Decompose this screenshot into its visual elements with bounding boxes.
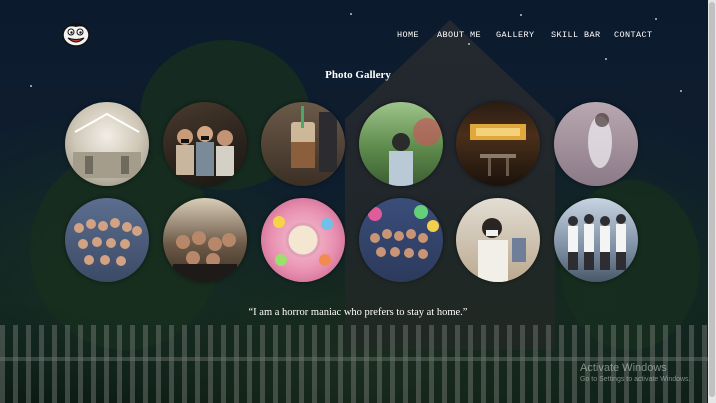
- vertical-scrollbar[interactable]: [708, 0, 716, 403]
- nav-gallery[interactable]: GALLERY: [496, 30, 535, 40]
- watermark-subtitle: Go to Settings to activate Windows.: [580, 376, 691, 383]
- quote-text: “I am a horror maniac who prefers to sta…: [248, 307, 468, 318]
- nav-about-me[interactable]: ABOUT ME: [437, 30, 481, 40]
- gallery-photo-masked-boy-selfie[interactable]: [456, 198, 540, 282]
- nav-home[interactable]: HOME: [397, 30, 419, 40]
- nav-skill-bar[interactable]: SKILL BAR: [551, 30, 601, 40]
- gallery-photo-person-in-garden[interactable]: [359, 102, 443, 186]
- gallery-title: Photo Gallery: [325, 69, 391, 81]
- activate-windows-watermark: Activate Windows Go to Settings to activ…: [580, 362, 691, 383]
- gallery-photo-large-group-photo[interactable]: [65, 198, 149, 282]
- gallery-photo-glass-roof-atrium[interactable]: [65, 102, 149, 186]
- gallery-photo-lit-cafe-interior[interactable]: [456, 102, 540, 186]
- scrollbar-thumb[interactable]: [709, 2, 715, 397]
- gallery-photo-friends-group-masked[interactable]: [163, 102, 247, 186]
- gallery-photo-party-table-food[interactable]: [261, 198, 345, 282]
- gallery-photo-blurred-figure[interactable]: [554, 102, 638, 186]
- gallery-photo-iced-coffee-drink[interactable]: [261, 102, 345, 186]
- nav-contact[interactable]: CONTACT: [614, 30, 653, 40]
- watermark-title: Activate Windows: [580, 362, 667, 374]
- main-nav: HOME ABOUT ME GALLERY SKILL BAR CONTACT: [0, 30, 716, 44]
- gallery-photo-group-selfie[interactable]: [163, 198, 247, 282]
- gallery-photo-group-with-balloons[interactable]: [359, 198, 443, 282]
- gallery-photo-friends-posing-outdoors[interactable]: [554, 198, 638, 282]
